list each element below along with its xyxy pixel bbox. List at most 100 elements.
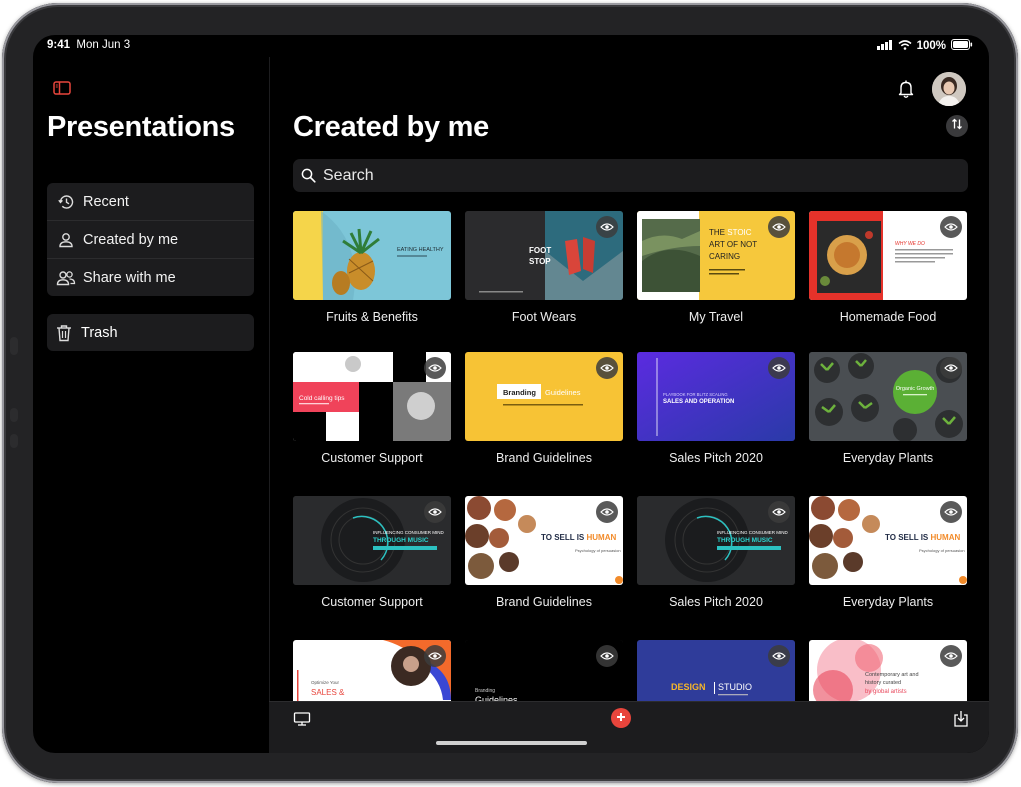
presentation-card[interactable]: PLAYBOOK FOR BLITZ SCALING SALES AND OPE… xyxy=(637,352,795,465)
presentation-title: Everyday Plants xyxy=(842,451,934,465)
svg-text:ART OF NOT: ART OF NOT xyxy=(709,240,757,249)
search-input[interactable] xyxy=(323,166,923,185)
presentation-thumbnail: INFLUENCING CONSUMER MIND THROUGH MUSIC xyxy=(637,496,795,585)
sidebar-item-created-by-me[interactable]: Created by me xyxy=(47,220,254,258)
presentation-thumbnail: FOOT STOP xyxy=(465,211,623,300)
svg-text:THE STOIC: THE STOIC xyxy=(709,228,752,237)
thumb-text: Organic Growth xyxy=(896,386,935,392)
preview-eye-icon[interactable] xyxy=(768,645,790,667)
add-presentation-button[interactable] xyxy=(611,708,631,728)
svg-text:THROUGH MUSIC: THROUGH MUSIC xyxy=(373,537,429,544)
preview-eye-icon[interactable] xyxy=(768,501,790,523)
time-label: 9:41 xyxy=(47,39,71,51)
presentation-thumbnail: TO SELL IS HUMAN Psychology of persuasio… xyxy=(465,496,623,585)
presentation-title: My Travel xyxy=(688,310,744,324)
presentation-card[interactable]: TO SELL IS HUMAN Psychology of persuasio… xyxy=(465,496,623,609)
thumb-text: SALES AND OPERATION xyxy=(663,399,734,405)
history-icon xyxy=(49,193,83,211)
sidebar-item-recent[interactable]: Recent xyxy=(47,183,254,220)
svg-text:Branding: Branding xyxy=(503,388,536,397)
svg-text:PLAYBOOK FOR BLITZ SCALING: PLAYBOOK FOR BLITZ SCALING xyxy=(663,392,728,397)
sidebar-nav: Recent Created by me Share with me xyxy=(47,183,254,296)
battery-percent: 100% xyxy=(916,40,946,52)
preview-eye-icon[interactable] xyxy=(768,216,790,238)
presentation-card[interactable]: Branding Guidelines Brand Guidelines xyxy=(465,352,623,465)
preview-eye-icon[interactable] xyxy=(596,357,618,379)
sidebar-item-label: Created by me xyxy=(83,231,179,248)
presentation-card[interactable]: TO SELL IS HUMAN Psychology of persuasio… xyxy=(809,496,967,609)
presentation-title: Brand Guidelines xyxy=(496,451,592,465)
sidebar-item-label: Recent xyxy=(83,193,129,210)
thumb-text: Cold calling tips xyxy=(299,395,345,402)
presentation-title: Foot Wears xyxy=(511,310,577,324)
presentation-thumbnail: INFLUENCING CONSUMER MIND THROUGH MUSIC xyxy=(293,496,451,585)
sort-button[interactable] xyxy=(946,115,968,137)
preview-eye-icon[interactable] xyxy=(940,645,962,667)
presentation-card[interactable]: INFLUENCING CONSUMER MIND THROUGH MUSIC … xyxy=(637,496,795,609)
presentation-title: Everyday Plants xyxy=(842,595,934,609)
sidebar-item-trash[interactable]: Trash xyxy=(47,314,254,351)
presentation-thumbnail: Organic Growth xyxy=(809,352,967,441)
presentation-title: Homemade Food xyxy=(839,310,937,324)
presentation-thumbnail: Branding Guidelines xyxy=(465,352,623,441)
presentation-card[interactable]: WHY WE DO Homemade Food xyxy=(809,211,967,324)
sidebar-item-label: Trash xyxy=(81,324,118,341)
status-indicators: 100% xyxy=(876,39,973,53)
thumb-text: by global artists xyxy=(865,689,907,695)
sidebar-toggle-icon[interactable] xyxy=(53,81,71,95)
svg-text:TO SELL IS HUMAN: TO SELL IS HUMAN xyxy=(541,533,616,542)
sort-icon xyxy=(951,117,963,135)
svg-text:Branding: Branding xyxy=(475,688,495,694)
preview-eye-icon[interactable] xyxy=(596,216,618,238)
screen: 9:41 Mon Jun 3 100% Presentations Recent… xyxy=(33,35,989,753)
presentation-thumbnail: THE STOIC ART OF NOT CARING xyxy=(637,211,795,300)
search-bar xyxy=(293,159,968,192)
preview-eye-icon[interactable] xyxy=(424,501,446,523)
presentation-card[interactable]: THE STOIC ART OF NOT CARING My Travel xyxy=(637,211,795,324)
signal-icon xyxy=(876,39,893,53)
presentation-thumbnail: Cold calling tips xyxy=(293,352,451,441)
preview-eye-icon[interactable] xyxy=(596,501,618,523)
svg-text:FOOT: FOOT xyxy=(529,246,551,255)
sidebar: Presentations Recent Created by me Share… xyxy=(33,57,270,753)
presentation-card[interactable]: INFLUENCING CONSUMER MIND THROUGH MUSIC … xyxy=(293,496,451,609)
presentation-title: Sales Pitch 2020 xyxy=(669,595,763,609)
sidebar-title: Presentations xyxy=(47,111,235,143)
volume-button xyxy=(10,408,18,422)
avatar[interactable] xyxy=(932,72,966,106)
presentation-title: Brand Guidelines xyxy=(496,595,592,609)
preview-eye-icon[interactable] xyxy=(940,501,962,523)
preview-eye-icon[interactable] xyxy=(940,216,962,238)
sidebar-item-share-with-me[interactable]: Share with me xyxy=(47,258,254,296)
download-tray-icon[interactable] xyxy=(953,710,969,733)
preview-eye-icon[interactable] xyxy=(596,645,618,667)
svg-text:Optimize Your: Optimize Your xyxy=(311,680,340,685)
home-indicator[interactable] xyxy=(436,741,587,745)
trash-icon xyxy=(47,324,81,342)
sidebar-item-label: Share with me xyxy=(83,269,176,286)
presentation-thumbnail: TO SELL IS HUMAN Psychology of persuasio… xyxy=(809,496,967,585)
main-content: Created by me Search EATING HEALTHY Frui… xyxy=(269,57,989,753)
svg-text:STUDIO: STUDIO xyxy=(718,682,752,692)
presentation-title: Sales Pitch 2020 xyxy=(669,451,763,465)
svg-text:THROUGH MUSIC: THROUGH MUSIC xyxy=(717,537,773,544)
svg-text:history curated: history curated xyxy=(865,680,901,686)
svg-text:STOP: STOP xyxy=(529,257,551,266)
preview-eye-icon[interactable] xyxy=(940,357,962,379)
preview-eye-icon[interactable] xyxy=(424,357,446,379)
wifi-icon xyxy=(898,39,912,53)
thumb-text: SALES & xyxy=(311,688,345,697)
notification-bell-icon[interactable] xyxy=(897,79,915,104)
presentation-card[interactable]: FOOT STOP Foot Wears xyxy=(465,211,623,324)
preview-eye-icon[interactable] xyxy=(424,645,446,667)
svg-text:Guidelines: Guidelines xyxy=(545,388,581,397)
presentation-thumbnail: WHY WE DO xyxy=(809,211,967,300)
svg-text:INFLUENCING CONSUMER MIND: INFLUENCING CONSUMER MIND xyxy=(717,530,789,535)
svg-text:Contemporary art and: Contemporary art and xyxy=(865,672,919,678)
presentation-card[interactable]: Cold calling tips Customer Support xyxy=(293,352,451,465)
presentation-card[interactable]: Organic Growth Everyday Plants xyxy=(809,352,967,465)
present-monitor-icon[interactable] xyxy=(293,712,311,731)
presentation-card[interactable]: EATING HEALTHY Fruits & Benefits xyxy=(293,211,451,324)
preview-eye-icon[interactable] xyxy=(768,357,790,379)
people-icon xyxy=(49,269,83,287)
